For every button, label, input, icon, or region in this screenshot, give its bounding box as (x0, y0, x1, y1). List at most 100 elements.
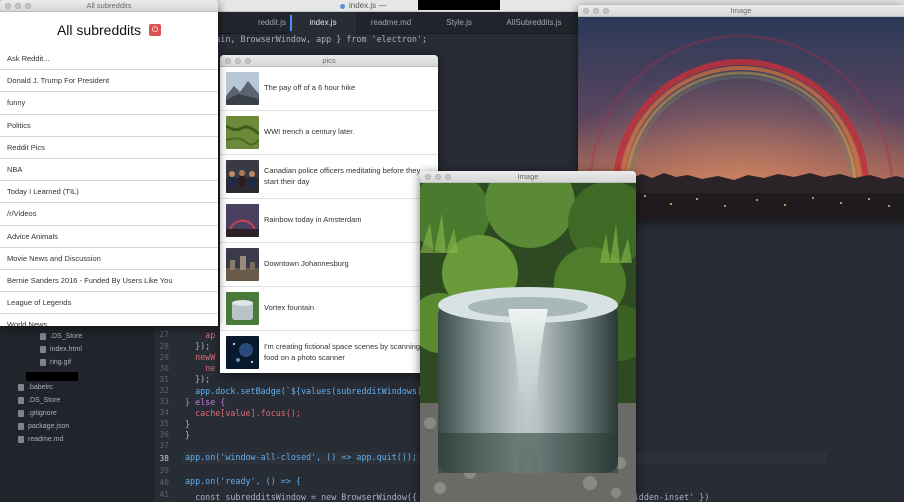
file-icon (18, 423, 24, 430)
post-list-item[interactable]: The pay off of a 6 hour hike (220, 67, 438, 111)
police-thumb (226, 160, 259, 193)
line-number: 29 (159, 353, 169, 362)
tree-item[interactable]: .DS_Store (40, 333, 82, 340)
window-title: Image (730, 6, 752, 15)
file-type-icon (340, 3, 345, 9)
redaction-bar (26, 372, 78, 381)
tree-item[interactable]: readme.md (18, 436, 63, 443)
pics-window[interactable]: pics The pay off of a 6 hour hike WWI tr… (220, 55, 438, 373)
subreddit-item[interactable]: Donald J. Trump For President (0, 70, 218, 93)
code-line[interactable]: app.dock.setBadge(`${values(subredditWin… (185, 386, 437, 396)
line-number: 33 (159, 397, 169, 406)
post-title: WWI trench a century later. (264, 127, 355, 137)
tab-style-js[interactable]: Style.js (426, 12, 492, 34)
post-title: The pay off of a 6 hour hike (264, 83, 356, 93)
post-title: Rainbow today in Amsterdam (264, 215, 362, 225)
line-number: 36 (159, 430, 169, 439)
redaction-bar (418, 0, 500, 10)
tree-item[interactable]: package.json (18, 423, 69, 430)
file-icon (18, 436, 24, 443)
code-line[interactable]: newW (185, 352, 215, 362)
line-number: 37 (159, 441, 169, 450)
line-number: 38 (159, 454, 169, 463)
power-icon[interactable]: ⏻ (149, 24, 162, 36)
file-icon (18, 384, 24, 391)
file-icon (18, 410, 24, 417)
line-number: 32 (159, 386, 169, 395)
post-list-item[interactable]: Vortex fountain (220, 287, 438, 331)
subreddit-item[interactable]: Ask Reddit... (0, 48, 218, 71)
tree-item[interactable]: .gitignore (18, 410, 57, 417)
image-window-fountain[interactable]: Image (420, 171, 636, 502)
subreddit-item[interactable]: Politics (0, 115, 218, 137)
window-title: pics (322, 56, 336, 65)
fountain-thumb (226, 292, 259, 325)
window-title: All subreddits (86, 1, 132, 10)
post-title: Canadian police officers meditating befo… (264, 166, 421, 186)
window-title: Image (517, 172, 539, 181)
window-titlebar[interactable]: Image (420, 171, 636, 183)
subreddit-item[interactable]: NBA (0, 159, 218, 182)
subreddit-item[interactable]: Advice Animals (0, 226, 218, 248)
post-title: Downtown Johannesburg (264, 259, 349, 269)
line-number: 31 (159, 375, 169, 384)
window-titlebar[interactable]: Image (578, 5, 904, 17)
post-list-item[interactable]: WWI trench a century later. (220, 111, 438, 155)
line-number: 41 (159, 490, 169, 499)
post-list-item[interactable]: I'm creating fictional space scenes by s… (220, 331, 438, 373)
tree-item[interactable]: .babelrc (18, 384, 53, 391)
tree-item[interactable]: index.html (40, 346, 82, 353)
tree-item[interactable]: .DS_Store (18, 397, 60, 404)
line-number: 30 (159, 364, 169, 373)
subreddit-item[interactable]: funny (0, 92, 218, 115)
tab-allsubreddits-js[interactable]: AllSubreddits.js (494, 12, 574, 34)
line-number: 35 (159, 419, 169, 428)
subreddit-item[interactable]: League of Legends (0, 292, 218, 315)
code-line[interactable]: } else { (185, 397, 225, 407)
file-icon (40, 359, 46, 366)
subreddit-item[interactable]: World News (0, 314, 218, 326)
file-icon (40, 333, 46, 340)
subreddit-item[interactable]: /r/Videos (0, 203, 218, 226)
tab-index-js[interactable]: index.js (290, 12, 356, 34)
subreddits-header: All subreddits ⏻ (0, 12, 218, 48)
window-titlebar[interactable]: pics (220, 55, 438, 67)
code-line[interactable]: } (185, 419, 190, 429)
subreddits-window[interactable]: All subreddits All subreddits ⏻ Ask Redd… (0, 0, 218, 326)
code-line[interactable]: }); (185, 341, 210, 351)
code-line[interactable]: ne (185, 363, 215, 373)
subreddit-item[interactable]: Movie News and Discussion (0, 248, 218, 270)
line-number: 34 (159, 408, 169, 417)
file-tree: .DS_Store index.html ring.gif .babelrc .… (0, 320, 155, 502)
post-list-item[interactable]: Downtown Johannesburg (220, 243, 438, 287)
page-title: All subreddits (56, 22, 142, 38)
code-line[interactable]: app.on('ready', () => { (185, 476, 301, 486)
city-thumb (226, 248, 259, 281)
space-thumb (226, 336, 259, 369)
post-title: I'm creating fictional space scenes by s… (264, 342, 421, 362)
subreddit-item[interactable]: Today I Learned (TIL) (0, 181, 218, 204)
rainbow-thumb (226, 204, 259, 237)
post-list-item[interactable]: Canadian police officers meditating befo… (220, 155, 438, 199)
code-line-import[interactable]: { ipcMain, BrowserWindow, app } from 'el… (185, 34, 427, 44)
code-line[interactable]: ap (185, 330, 215, 340)
trench-thumb (226, 116, 259, 149)
file-icon (40, 346, 46, 353)
line-number: 40 (159, 478, 169, 487)
code-line[interactable]: cache[value].focus(); (185, 408, 301, 418)
tab-readme-md[interactable]: readme.md (358, 12, 424, 34)
tree-item[interactable]: ring.gif (40, 359, 71, 366)
code-line[interactable]: } (185, 430, 190, 440)
window-titlebar[interactable]: All subreddits (0, 0, 218, 12)
post-title: Vortex fountain (264, 303, 315, 313)
mountain-thumb (226, 72, 259, 105)
line-number: 39 (159, 466, 169, 475)
editor-window-title: index.js — (340, 0, 386, 12)
code-line[interactable]: }); (185, 374, 210, 384)
line-number: 27 (159, 330, 169, 339)
code-line[interactable]: app.on('window-all-closed', () => app.qu… (185, 452, 417, 462)
post-list-item[interactable]: Rainbow today in Amsterdam (220, 199, 438, 243)
line-number: 28 (159, 342, 169, 351)
subreddit-item[interactable]: Bernie Sanders 2016 - Funded By Users Li… (0, 270, 218, 293)
subreddit-item[interactable]: Reddit Pics (0, 137, 218, 159)
